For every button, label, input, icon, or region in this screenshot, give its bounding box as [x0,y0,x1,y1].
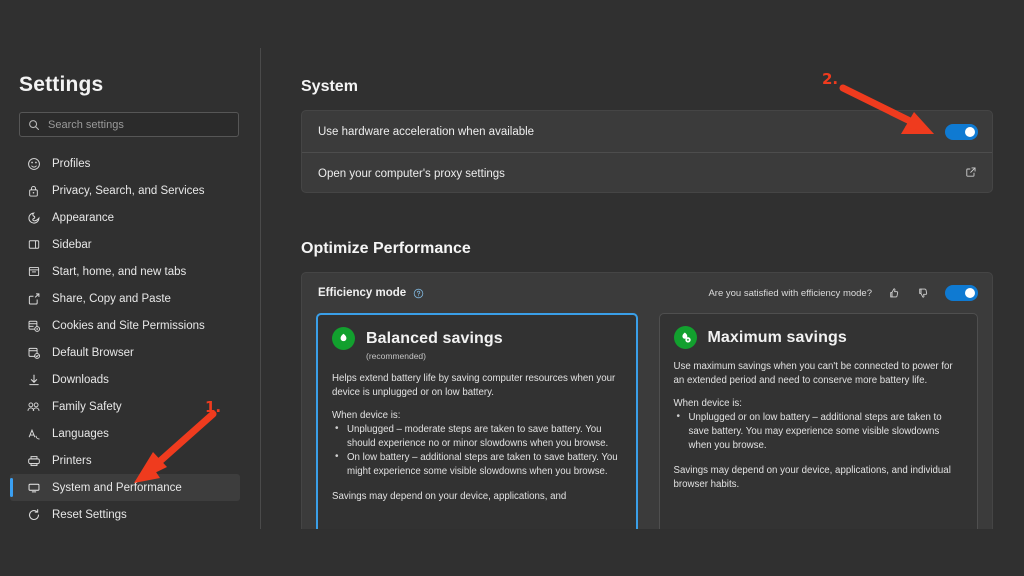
sidebar-item-label: Sidebar [52,239,92,251]
sidebar-item-label: Printers [52,455,92,467]
reset-icon [26,507,41,522]
sidebar-icon [26,237,41,252]
list-item: Unplugged – moderate steps are taken to … [332,423,622,451]
sidebar-divider [260,48,261,529]
thumbs-down-icon[interactable] [916,286,930,300]
sidebar-item-sidebar[interactable]: Sidebar [10,231,240,258]
system-section-title: System [301,78,358,96]
sidebar-item-label: Profiles [52,158,90,170]
start-home-icon [26,264,41,279]
sidebar-item-label: Start, home, and new tabs [52,266,186,278]
efficiency-mode-options: Balanced savings (recommended) Helps ext… [302,313,992,529]
sidebar-item-downloads[interactable]: Downloads [10,366,240,393]
balanced-savings-footer: Savings may depend on your device, appli… [332,490,622,504]
lock-icon [26,183,41,198]
efficiency-mode-header: Efficiency mode Are you satisfied with e… [302,273,992,313]
search-icon [28,119,40,131]
sidebar-item-label: Share, Copy and Paste [52,293,171,305]
sidebar-item-label: Default Browser [52,347,134,359]
proxy-settings-row[interactable]: Open your computer's proxy settings [302,153,992,194]
annotation-label-2: 2. [822,70,838,88]
balanced-savings-when-label: When device is: [332,409,622,423]
maximum-savings-title: Maximum savings [708,329,847,347]
sidebar-item-appearance[interactable]: Appearance [10,204,240,231]
hardware-acceleration-label: Use hardware acceleration when available [318,126,534,138]
family-safety-icon [26,399,41,414]
sidebar-item-share-copy-and-paste[interactable]: Share, Copy and Paste [10,285,240,312]
efficiency-feedback-question: Are you satisfied with efficiency mode? [708,288,872,299]
sidebar-item-label: Privacy, Search, and Services [52,185,205,197]
sidebar-item-label: Appearance [52,212,114,224]
cookies-icon [26,318,41,333]
thumbs-up-icon[interactable] [887,286,901,300]
balanced-savings-card[interactable]: Balanced savings (recommended) Helps ext… [316,313,638,529]
balanced-savings-header: Balanced savings [332,327,622,350]
sidebar: Settings Search settings [0,0,260,529]
sidebar-item-languages[interactable]: Languages [10,420,240,447]
maximum-savings-intro: Use maximum savings when you can't be co… [674,360,964,388]
annotation-label-1: 1. [205,398,221,416]
balanced-savings-subtitle: (recommended) [366,351,622,361]
optimize-section-title: Optimize Performance [301,240,471,258]
appearance-icon [26,210,41,225]
sidebar-item-privacy-search-and-services[interactable]: Privacy, Search, and Services [10,177,240,204]
sidebar-item-label: Cookies and Site Permissions [52,320,205,332]
sidebar-item-printers[interactable]: Printers [10,447,240,474]
efficiency-mode-label: Efficiency mode [318,287,406,299]
sidebar-item-profiles[interactable]: Profiles [10,150,240,177]
balanced-savings-bullets: Unplugged – moderate steps are taken to … [332,423,622,479]
leaf-icon [332,327,355,350]
sidebar-nav: Profiles Privacy, Search, and Services [10,150,240,528]
maximum-savings-header: Maximum savings [674,326,964,349]
balanced-savings-title: Balanced savings [366,330,503,348]
printer-icon [26,453,41,468]
page-title: Settings [19,73,103,97]
download-icon [26,372,41,387]
settings-page: Settings Search settings [0,0,1024,576]
sidebar-item-reset-settings[interactable]: Reset Settings [10,501,240,528]
sidebar-item-default-browser[interactable]: Default Browser [10,339,240,366]
sidebar-item-start-home-and-new-tabs[interactable]: Start, home, and new tabs [10,258,240,285]
balanced-savings-intro: Helps extend battery life by saving comp… [332,372,622,400]
maximum-savings-when-label: When device is: [674,397,964,411]
max-savings-icon [674,326,697,349]
proxy-settings-label: Open your computer's proxy settings [318,168,505,180]
maximum-savings-footer: Savings may depend on your device, appli… [674,464,964,492]
hardware-acceleration-toggle[interactable] [945,124,978,140]
search-placeholder: Search settings [48,119,124,131]
system-settings-card: Use hardware acceleration when available… [301,110,993,193]
efficiency-feedback-group: Are you satisfied with efficiency mode? [708,285,978,301]
list-item: Unplugged or on low battery – additional… [674,411,964,453]
sidebar-item-cookies-and-site-permissions[interactable]: Cookies and Site Permissions [10,312,240,339]
hardware-acceleration-row[interactable]: Use hardware acceleration when available [302,111,992,152]
sidebar-item-label: Languages [52,428,109,440]
sidebar-item-label: Downloads [52,374,109,386]
optimize-performance-card: Efficiency mode Are you satisfied with e… [301,272,993,529]
help-circle-icon[interactable] [413,288,424,299]
sidebar-item-system-and-performance[interactable]: System and Performance [10,474,240,501]
maximum-savings-card[interactable]: Maximum savings Use maximum savings when… [659,313,979,529]
search-input[interactable]: Search settings [19,112,239,137]
efficiency-mode-toggle[interactable] [945,285,978,301]
sidebar-item-label: Reset Settings [52,509,127,521]
maximum-savings-bullets: Unplugged or on low battery – additional… [674,411,964,453]
sidebar-item-label: Family Safety [52,401,122,413]
share-icon [26,291,41,306]
list-item: On low battery – additional steps are ta… [332,451,622,479]
monitor-icon [26,480,41,495]
profiles-icon [26,156,41,171]
sidebar-item-label: System and Performance [52,482,182,494]
default-browser-icon [26,345,41,360]
external-link-icon[interactable] [965,165,977,183]
languages-icon [26,426,41,441]
app-viewport: Settings Search settings [0,0,1024,529]
main-content: System Use hardware acceleration when av… [285,0,1024,529]
